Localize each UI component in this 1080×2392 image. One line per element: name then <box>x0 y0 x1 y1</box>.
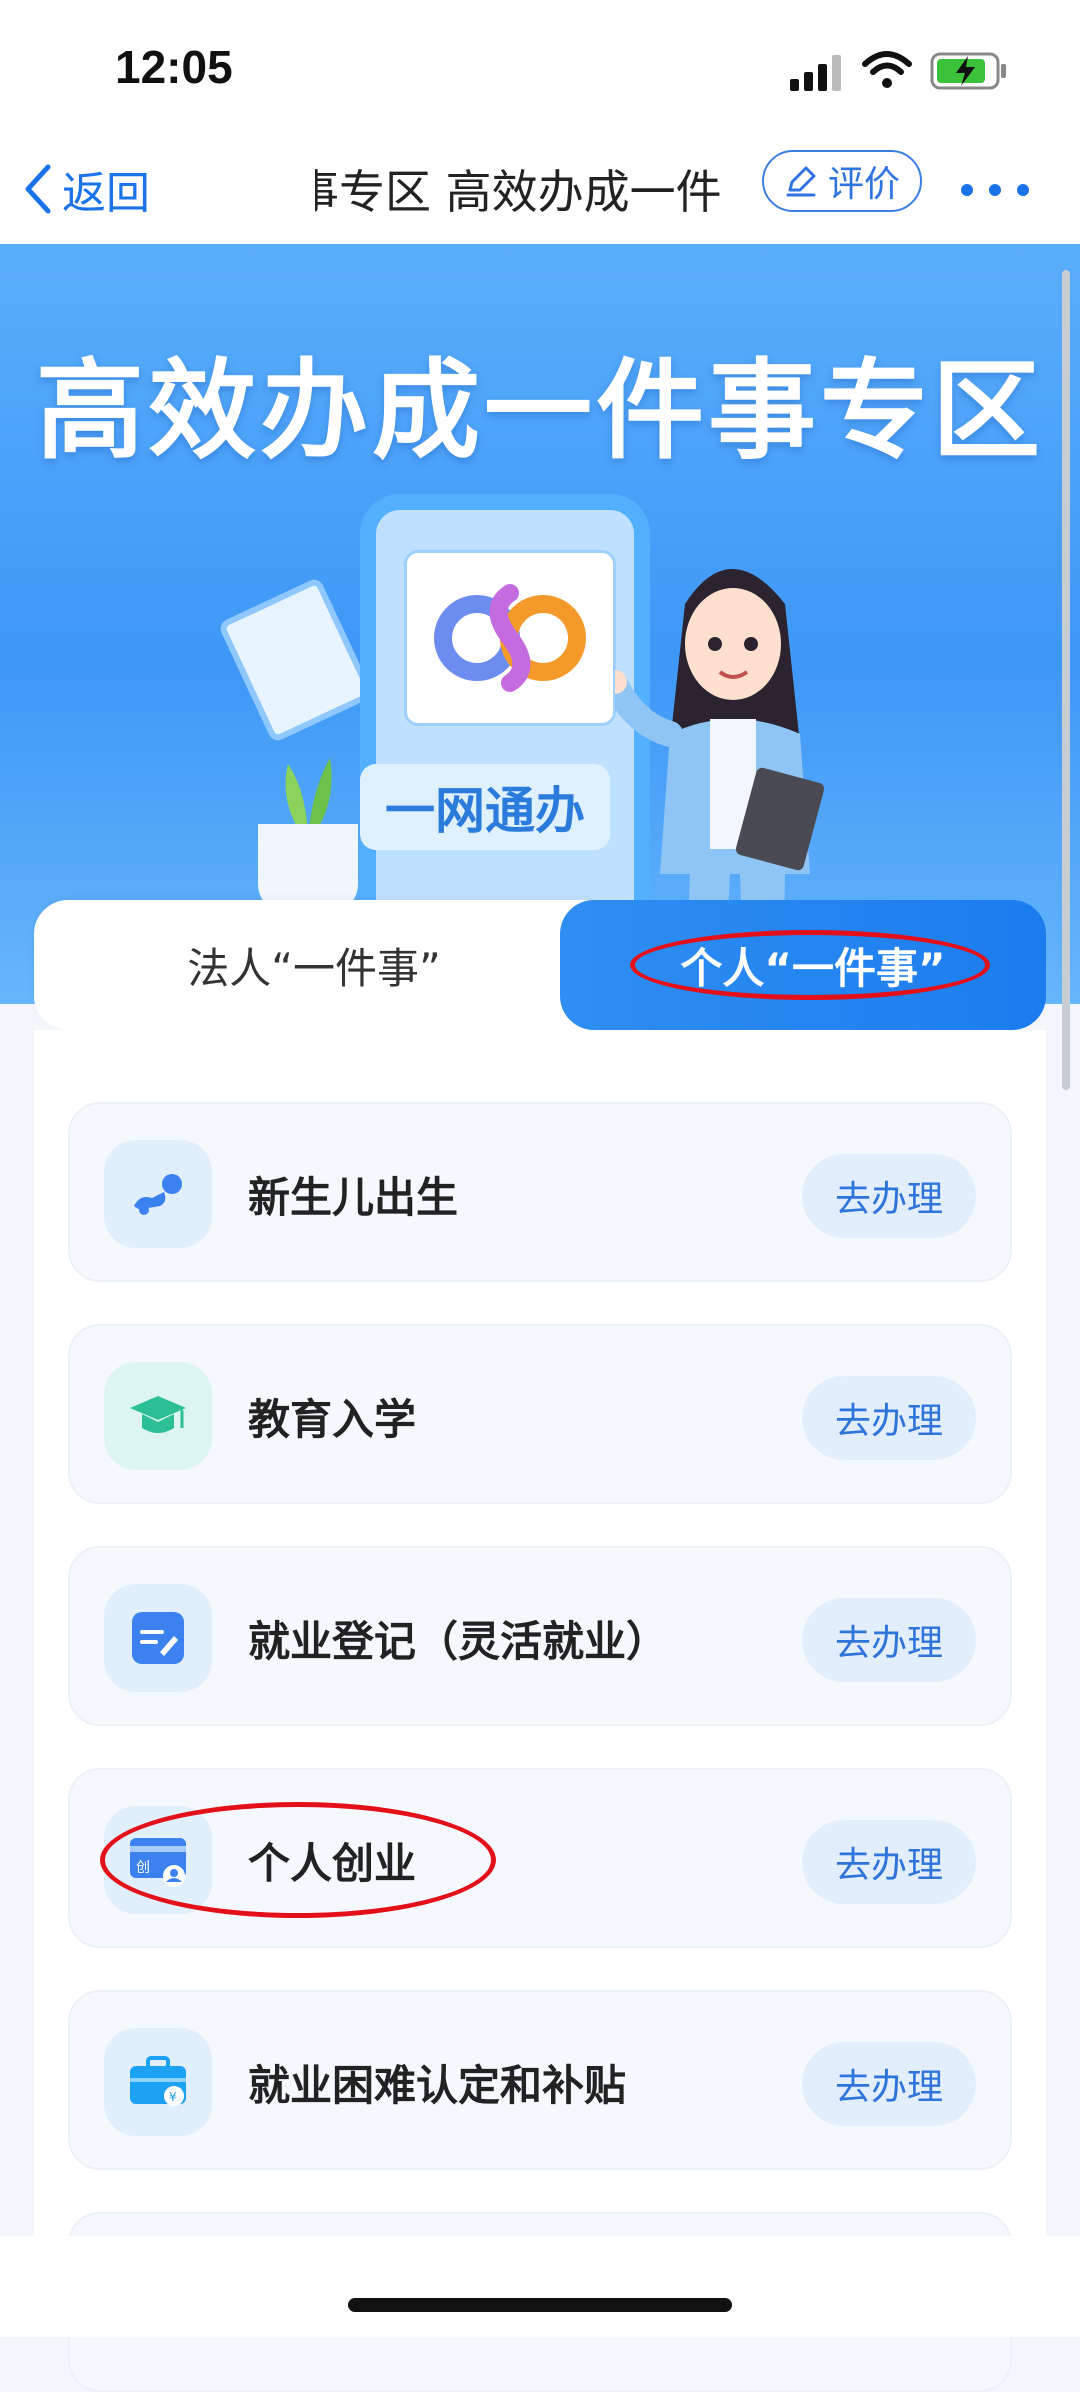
edit-icon <box>786 166 816 197</box>
form-edit-icon <box>104 1584 212 1692</box>
list-item-label: 就业困难认定和补贴 <box>248 2060 627 2110</box>
back-label: 返回 <box>62 168 150 219</box>
status-time: 12:05 <box>115 41 233 93</box>
highlight-circle-tab <box>630 930 990 1000</box>
rate-button[interactable]: 评价 <box>762 150 922 212</box>
app-logo-card <box>404 550 616 726</box>
hero-banner: 高效办成一件事专区 一网通办 <box>0 244 1080 1004</box>
clipboard-illustration <box>217 576 375 744</box>
phone-badge: 一网通办 <box>360 764 610 850</box>
service-list-panel: 新生儿出生 去办理 教育入学 去办理 就业登记（灵活就业） 去办理 创 个人创业… <box>34 1030 1046 2392</box>
rate-label: 评价 <box>827 164 900 205</box>
back-button[interactable]: 返回 <box>20 154 150 224</box>
scrollbar[interactable] <box>1062 270 1070 1090</box>
battery-charging-icon <box>930 52 1006 90</box>
baby-icon <box>104 1140 212 1248</box>
status-bar: 12:05 <box>0 0 1080 140</box>
bottom-area <box>0 2236 1080 2337</box>
wifi-icon <box>862 51 912 88</box>
list-item-label: 教育入学 <box>248 1394 417 1444</box>
tab-legal-entity[interactable]: 法人“一件事” <box>34 900 594 1030</box>
chevron-left-icon <box>25 164 51 214</box>
list-item[interactable]: 新生儿出生 去办理 <box>68 1102 1012 1282</box>
svg-text:¥: ¥ <box>169 2090 177 2104</box>
tab-pointer <box>505 1022 557 1050</box>
go-handle-button[interactable]: 去办理 <box>802 2042 976 2126</box>
list-item[interactable]: 就业登记（灵活就业） 去办理 <box>68 1546 1012 1726</box>
nav-bar: 返回 事专区 高效办成一件 评价 <box>0 140 1080 244</box>
highlight-circle-item <box>100 1802 496 1918</box>
list-item[interactable]: ¥ 就业困难认定和补贴 去办理 <box>68 1990 1012 2170</box>
go-handle-button[interactable]: 去办理 <box>802 1376 976 1460</box>
go-handle-button[interactable]: 去办理 <box>802 1820 976 1904</box>
list-item-label: 新生儿出生 <box>248 1172 459 1222</box>
banner-title: 高效办成一件事专区 <box>35 349 1044 474</box>
go-handle-button[interactable]: 去办理 <box>802 1598 976 1682</box>
list-item-label: 就业登记（灵活就业） <box>248 1616 669 1666</box>
go-handle-button[interactable]: 去办理 <box>802 1154 976 1238</box>
more-icon[interactable] <box>955 170 1035 210</box>
home-indicator[interactable] <box>348 2298 732 2312</box>
graduation-cap-icon <box>104 1362 212 1470</box>
page-title: 事专区 高效办成一件 <box>315 165 722 219</box>
cellular-signal-icon <box>790 55 841 91</box>
list-item[interactable]: 教育入学 去办理 <box>68 1324 1012 1504</box>
briefcase-money-icon: ¥ <box>104 2028 212 2136</box>
app-logo-icon <box>407 563 613 732</box>
phone-illustration <box>360 494 650 964</box>
